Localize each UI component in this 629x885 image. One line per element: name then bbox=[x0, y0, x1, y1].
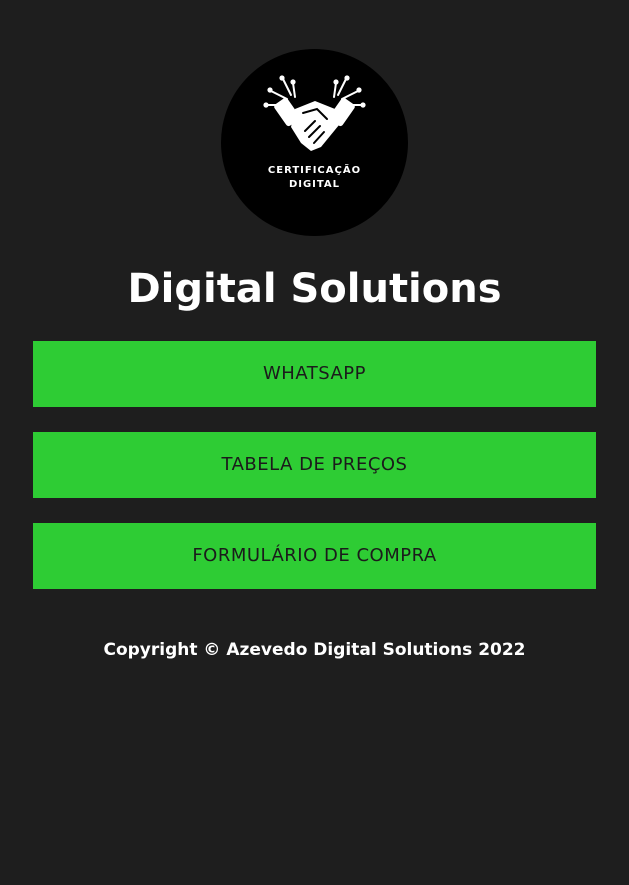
logo: CERTIFICAÇÃO DIGITAL bbox=[221, 49, 408, 236]
purchase-form-button[interactable]: FORMULÁRIO DE COMPRA bbox=[33, 523, 596, 589]
page: CERTIFICAÇÃO DIGITAL Digital Solutions W… bbox=[0, 0, 629, 885]
logo-text-line1: CERTIFICAÇÃO bbox=[267, 165, 362, 176]
logo-text-line2: DIGITAL bbox=[288, 179, 341, 190]
handshake-circuit-icon bbox=[263, 75, 366, 151]
page-title: Digital Solutions bbox=[127, 266, 502, 312]
whatsapp-button[interactable]: WHATSAPP bbox=[33, 341, 596, 407]
price-table-button[interactable]: TABELA DE PREÇOS bbox=[33, 432, 596, 498]
copyright-text: Copyright © Azevedo Digital Solutions 20… bbox=[103, 640, 526, 660]
